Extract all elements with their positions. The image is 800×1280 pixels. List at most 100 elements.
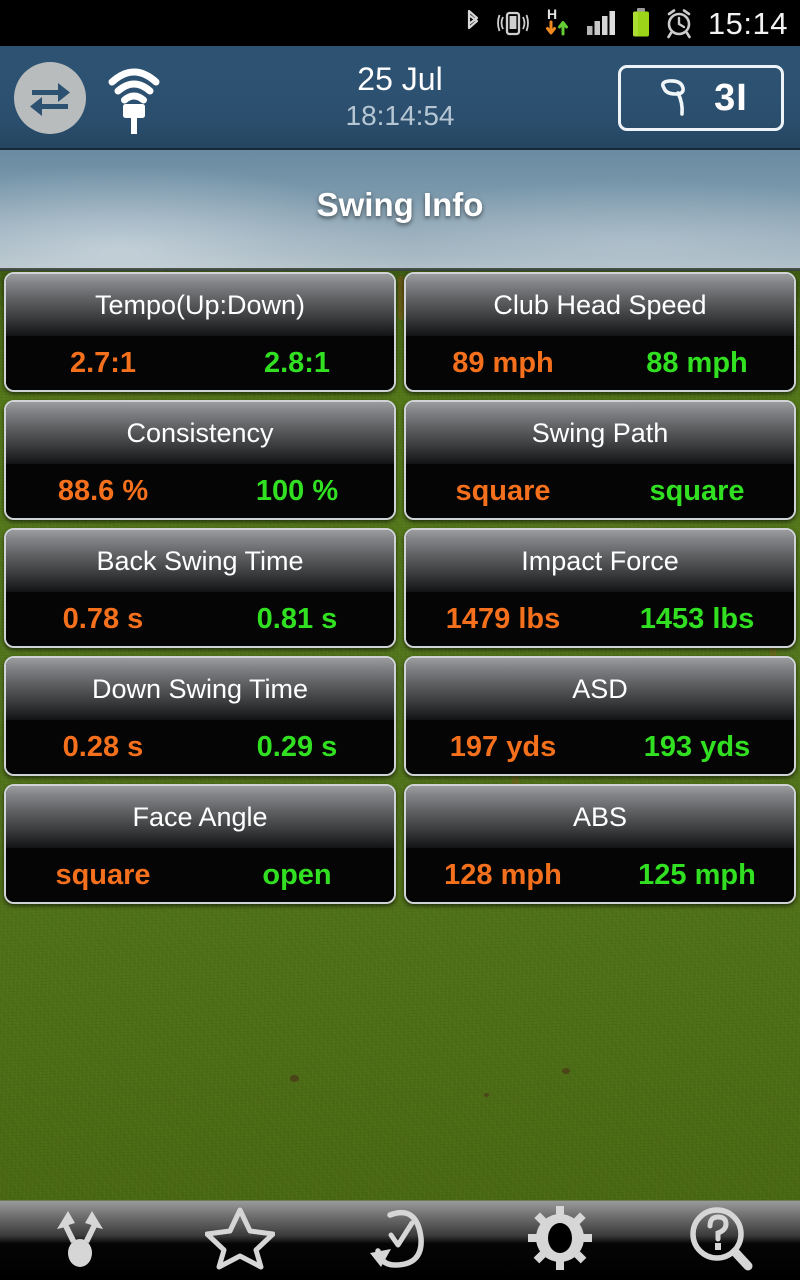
- grass-divot: [562, 1068, 570, 1074]
- card-header: ASD: [406, 658, 794, 720]
- card-value-right: 0.29 s: [256, 730, 338, 763]
- stat-card-abs[interactable]: ABS 128 mph 125 mph: [404, 784, 796, 904]
- golf-club-icon: [654, 72, 704, 125]
- card-body: square open: [6, 848, 394, 902]
- card-value-right: 2.8:1: [263, 346, 331, 379]
- card-title: ABS: [572, 801, 628, 832]
- sync-arrows-icon[interactable]: [14, 62, 86, 134]
- card-title: Tempo(Up:Down): [94, 289, 306, 320]
- card-value-right: 193 yds: [643, 730, 751, 763]
- card-body: 2.7:1 2.8:1: [6, 336, 394, 390]
- card-header: Back Swing Time: [6, 530, 394, 592]
- app-header-bar: 25 Jul 18:14:54 3I: [0, 46, 800, 150]
- stat-card-face-angle[interactable]: Face Angle square open: [4, 784, 396, 904]
- card-body: 197 yds 193 yds: [406, 720, 794, 774]
- signal-bars-icon: [586, 8, 618, 38]
- card-title: Swing Path: [531, 417, 669, 448]
- header-date: 25 Jul: [357, 61, 443, 98]
- nav-button-favorites[interactable]: [180, 1201, 300, 1280]
- card-value-left: 128 mph: [444, 858, 562, 891]
- android-status-bar: H 15:14: [0, 0, 800, 46]
- card-value-right: 125 mph: [638, 858, 756, 891]
- card-value-left: 1479 lbs: [445, 602, 561, 635]
- swing-compare-icon: [43, 1205, 117, 1276]
- club-label: 3I: [714, 77, 748, 119]
- card-header: ABS: [406, 786, 794, 848]
- card-title: Impact Force: [521, 545, 679, 576]
- card-body: 0.28 s 0.29 s: [6, 720, 394, 774]
- hsdpa-data-icon: H: [542, 6, 574, 40]
- app-root: H 15:14 25 Jul 18:14:54 3I Swing Info Te…: [0, 0, 800, 1280]
- star-favorite-icon: [204, 1205, 276, 1276]
- svg-text:H: H: [547, 6, 557, 22]
- card-body: 0.78 s 0.81 s: [6, 592, 394, 646]
- status-bar-clock: 15:14: [707, 5, 788, 41]
- stat-card-impact-force[interactable]: Impact Force 1479 lbs 1453 lbs: [404, 528, 796, 648]
- stat-card-tempo[interactable]: Tempo(Up:Down) 2.7:1 2.8:1: [4, 272, 396, 392]
- card-header: Consistency: [6, 402, 394, 464]
- card-value-left: square: [55, 858, 151, 891]
- card-value-right: 0.81 s: [256, 602, 338, 635]
- card-value-left: 89 mph: [452, 346, 554, 379]
- nav-button-help[interactable]: [660, 1201, 780, 1280]
- card-value-left: 0.78 s: [62, 602, 144, 635]
- grid-row: Back Swing Time 0.78 s 0.81 s Impact For…: [0, 528, 800, 656]
- card-body: square square: [406, 464, 794, 518]
- gear-settings-icon: [525, 1205, 595, 1276]
- card-title: Back Swing Time: [96, 545, 304, 576]
- status-bar-icons: H: [462, 6, 694, 40]
- card-body: 128 mph 125 mph: [406, 848, 794, 902]
- card-value-left: 0.28 s: [62, 730, 144, 763]
- page-title: Swing Info: [316, 186, 484, 223]
- card-body: 89 mph 88 mph: [406, 336, 794, 390]
- header-left-icons: [14, 46, 164, 150]
- vibrate-icon: [496, 8, 530, 38]
- card-value-left: 88.6 %: [57, 474, 149, 507]
- card-body: 1479 lbs 1453 lbs: [406, 592, 794, 646]
- card-title: Consistency: [126, 417, 274, 448]
- card-value-left: 197 yds: [449, 730, 557, 763]
- grass-divot: [484, 1093, 489, 1097]
- card-value-right: 88 mph: [646, 346, 748, 379]
- card-header: Tempo(Up:Down): [6, 274, 394, 336]
- club-selector[interactable]: 3I: [618, 65, 784, 131]
- grid-row: Consistency 88.6 % 100 % Swing Path squa…: [0, 400, 800, 528]
- help-search-icon: [685, 1205, 755, 1276]
- stat-card-swing-path[interactable]: Swing Path square square: [404, 400, 796, 520]
- card-header: Club Head Speed: [406, 274, 794, 336]
- stat-card-consistency[interactable]: Consistency 88.6 % 100 %: [4, 400, 396, 520]
- battery-icon: [630, 7, 652, 39]
- nav-button-settings[interactable]: [500, 1201, 620, 1280]
- card-title: Face Angle: [132, 801, 268, 832]
- bottom-navigation-bar: [0, 1200, 800, 1280]
- card-value-right: square: [649, 474, 745, 507]
- grid-row: Down Swing Time 0.28 s 0.29 s ASD 197 yd…: [0, 656, 800, 784]
- wifi-broadcast-icon[interactable]: [104, 58, 164, 139]
- swing-info-grid: Tempo(Up:Down) 2.7:1 2.8:1 Club Head Spe…: [0, 272, 800, 912]
- stat-card-down-swing-time[interactable]: Down Swing Time 0.28 s 0.29 s: [4, 656, 396, 776]
- card-header: Impact Force: [406, 530, 794, 592]
- stat-card-asd[interactable]: ASD 197 yds 193 yds: [404, 656, 796, 776]
- card-value-left: square: [455, 474, 551, 507]
- nav-button-compare[interactable]: [20, 1201, 140, 1280]
- header-time: 18:14:54: [345, 100, 455, 131]
- card-value-left: 2.7:1: [69, 346, 137, 379]
- card-title: ASD: [572, 673, 628, 704]
- card-value-right: 100 %: [255, 474, 339, 507]
- card-body: 88.6 % 100 %: [6, 464, 394, 518]
- alarm-clock-icon: [664, 7, 694, 39]
- card-value-right: open: [262, 858, 332, 891]
- nav-button-history[interactable]: [340, 1201, 460, 1280]
- stat-card-back-swing-time[interactable]: Back Swing Time 0.78 s 0.81 s: [4, 528, 396, 648]
- card-header: Down Swing Time: [6, 658, 394, 720]
- grass-divot: [290, 1075, 299, 1082]
- grid-row: Tempo(Up:Down) 2.7:1 2.8:1 Club Head Spe…: [0, 272, 800, 400]
- card-header: Swing Path: [406, 402, 794, 464]
- card-title: Down Swing Time: [91, 673, 309, 704]
- card-header: Face Angle: [6, 786, 394, 848]
- card-title: Club Head Speed: [493, 289, 707, 320]
- stat-card-club-head-speed[interactable]: Club Head Speed 89 mph 88 mph: [404, 272, 796, 392]
- bluetooth-icon: [462, 8, 484, 38]
- card-value-right: 1453 lbs: [639, 602, 755, 635]
- history-check-icon: [365, 1205, 435, 1276]
